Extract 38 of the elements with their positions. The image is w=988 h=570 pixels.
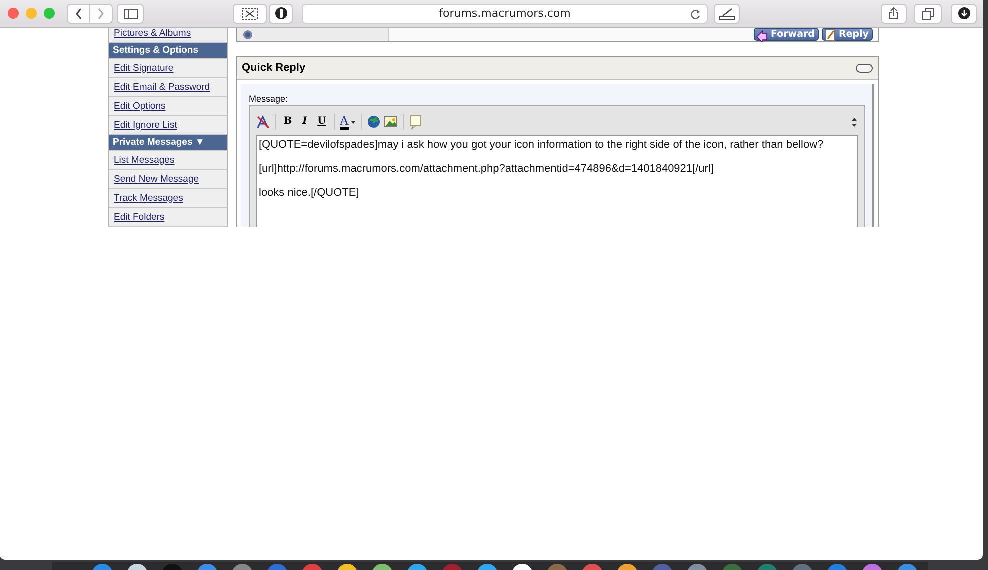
status-icon <box>243 30 253 40</box>
chevron-left-icon <box>74 8 82 20</box>
bold-button[interactable]: B <box>281 114 295 130</box>
share-icon <box>889 7 899 20</box>
downloads-button[interactable] <box>951 4 977 24</box>
shield-icon <box>274 7 288 20</box>
screenshot-button[interactable] <box>233 4 267 24</box>
download-icon <box>958 7 970 20</box>
pen-icon <box>719 8 735 20</box>
field-label: Message: <box>249 94 290 104</box>
chevron-right-icon <box>97 8 105 20</box>
url-text: forums.macrumors.com <box>439 7 571 20</box>
link-icon[interactable] <box>366 114 381 130</box>
panel-title: Quick Reply <box>242 62 306 74</box>
sidebar-icon <box>124 8 138 18</box>
remove-format-icon[interactable] <box>256 114 270 130</box>
underline-button[interactable]: U <box>315 114 329 130</box>
resize-icon[interactable] <box>851 116 858 128</box>
tabs-button[interactable] <box>914 4 942 24</box>
text-color-button[interactable]: A <box>340 114 356 130</box>
forward-button[interactable]: Forward <box>754 28 819 41</box>
sidebar-header[interactable]: Private Messages ▼ <box>109 135 227 151</box>
shield-button[interactable] <box>269 4 293 24</box>
collapse-icon[interactable] <box>856 64 873 72</box>
reload-icon[interactable] <box>690 8 701 20</box>
arrow-icon <box>756 28 770 42</box>
tabs-icon <box>922 8 934 20</box>
message-field[interactable]: [QUOTE=devilofspades]may i ask how you got your icon information to the right side of the icon, rather than bellow? [url]http://forums.macrumors.com/attachment.php?attachmentid=474896&d=1401840921[/url] looks nice.[/QUOTE] <box>256 135 858 227</box>
back-button[interactable] <box>67 4 90 24</box>
notes-button[interactable] <box>714 4 740 24</box>
address-field[interactable]: forums.macrumors.com <box>302 4 708 24</box>
sidebar-header[interactable]: Settings & Options <box>109 43 227 59</box>
sidebar-button[interactable] <box>117 4 144 24</box>
italic-button[interactable]: I <box>298 114 312 130</box>
share-button[interactable] <box>881 4 907 24</box>
caret-icon[interactable] <box>350 120 356 124</box>
reply-button[interactable]: Reply <box>822 28 873 41</box>
image-icon[interactable] <box>384 114 398 130</box>
